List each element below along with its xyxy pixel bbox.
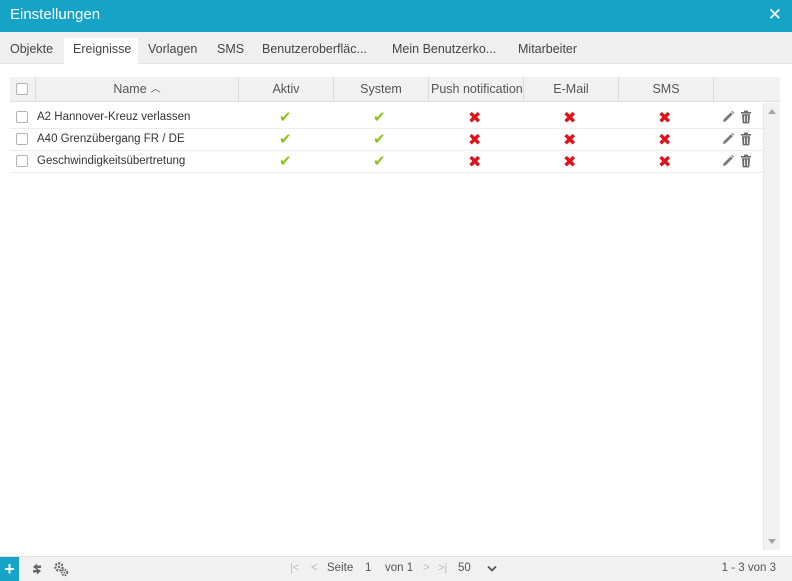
table-row[interactable]: Geschwindigkeitsübertretung ✔ ✔ ✖ ✖ ✖	[10, 151, 763, 173]
check-icon: ✔	[373, 153, 386, 170]
chevron-down-icon[interactable]	[487, 565, 497, 573]
grid-body: A2 Hannover-Kreuz verlassen ✔ ✔ ✖ ✖ ✖ A4…	[10, 103, 780, 550]
cross-icon: ✖	[563, 132, 577, 149]
prev-page-icon[interactable]: <	[311, 562, 318, 574]
table-row[interactable]: A40 Grenzübergang FR / DE ✔ ✔ ✖ ✖ ✖	[10, 129, 763, 151]
check-icon: ✔	[279, 109, 292, 126]
tab-ereignisse[interactable]: Ereignisse	[64, 38, 138, 65]
column-header-name[interactable]: Name ︿	[36, 77, 239, 102]
scroll-up-icon[interactable]	[768, 109, 776, 114]
close-icon[interactable]: ✕	[768, 5, 782, 25]
cross-icon: ✖	[468, 132, 482, 149]
refresh-icon[interactable]	[29, 561, 45, 577]
check-icon: ✔	[373, 131, 386, 148]
table-row[interactable]: A2 Hannover-Kreuz verlassen ✔ ✔ ✖ ✖ ✖	[10, 107, 763, 129]
page-count-label: von 1	[385, 562, 414, 574]
trash-icon[interactable]	[739, 110, 753, 124]
row-checkbox[interactable]	[16, 111, 28, 123]
events-grid: Name ︿ Aktiv System Push notification E-M…	[10, 77, 780, 550]
event-name: A2 Hannover-Kreuz verlassen	[37, 111, 191, 123]
tab-bar: Objekte Ereignisse Vorlagen SMS Benutzer…	[0, 32, 792, 65]
check-icon: ✔	[279, 153, 292, 170]
row-checkbox[interactable]	[16, 155, 28, 167]
sort-up-icon: ︿	[150, 84, 161, 95]
column-header-system[interactable]: System	[334, 77, 429, 102]
cross-icon: ✖	[658, 132, 672, 149]
column-header-actions	[714, 77, 780, 102]
page-size-select[interactable]: 50	[458, 562, 471, 574]
grid-footer: + |< < Seite 1 von 1 > >| 50 1 - 3 von 3	[0, 556, 792, 581]
pencil-icon[interactable]	[721, 132, 735, 146]
vertical-scrollbar[interactable]	[763, 103, 780, 550]
window-title: Einstellungen	[10, 6, 101, 23]
column-label-name: Name	[113, 82, 147, 96]
cross-icon: ✖	[563, 110, 577, 127]
tab-vorlagen[interactable]: Vorlagen	[148, 38, 197, 64]
cross-icon: ✖	[468, 110, 482, 127]
trash-icon[interactable]	[739, 154, 753, 168]
tab-benutzeroberflaeche[interactable]: Benutzeroberfläc...	[262, 38, 367, 64]
title-bar: Einstellungen ✕	[0, 0, 792, 32]
last-page-icon[interactable]: >|	[438, 562, 447, 574]
settings-icon[interactable]	[53, 561, 69, 577]
range-text: 1 - 3 von 3	[721, 562, 776, 574]
event-name: Geschwindigkeitsübertretung	[37, 155, 186, 167]
header-select-cell	[10, 77, 36, 102]
column-header-aktiv[interactable]: Aktiv	[239, 77, 334, 102]
scroll-down-icon[interactable]	[768, 539, 776, 544]
grid-header: Name ︿ Aktiv System Push notification E-M…	[10, 77, 780, 102]
tab-objekte[interactable]: Objekte	[10, 38, 53, 64]
pencil-icon[interactable]	[721, 154, 735, 168]
event-name: A40 Grenzübergang FR / DE	[37, 133, 185, 145]
cross-icon: ✖	[468, 154, 482, 171]
page-number-input[interactable]: 1	[365, 562, 371, 574]
column-header-push[interactable]: Push notification	[429, 77, 524, 102]
column-header-sms[interactable]: SMS	[619, 77, 714, 102]
column-header-email[interactable]: E-Mail	[524, 77, 619, 102]
tab-sms[interactable]: SMS	[217, 38, 244, 64]
pencil-icon[interactable]	[721, 110, 735, 124]
check-icon: ✔	[279, 131, 292, 148]
next-page-icon[interactable]: >	[423, 562, 430, 574]
row-checkbox[interactable]	[16, 133, 28, 145]
add-icon[interactable]: +	[0, 557, 19, 581]
trash-icon[interactable]	[739, 132, 753, 146]
tab-mein-benutzerkonto[interactable]: Mein Benutzerko...	[392, 38, 496, 64]
check-icon: ✔	[373, 109, 386, 126]
page-label: Seite	[327, 562, 354, 574]
select-all-checkbox[interactable]	[16, 83, 28, 95]
cross-icon: ✖	[658, 110, 672, 127]
tab-mitarbeiter[interactable]: Mitarbeiter	[518, 38, 577, 64]
first-page-icon[interactable]: |<	[290, 562, 299, 574]
cross-icon: ✖	[658, 154, 672, 171]
cross-icon: ✖	[563, 154, 577, 171]
